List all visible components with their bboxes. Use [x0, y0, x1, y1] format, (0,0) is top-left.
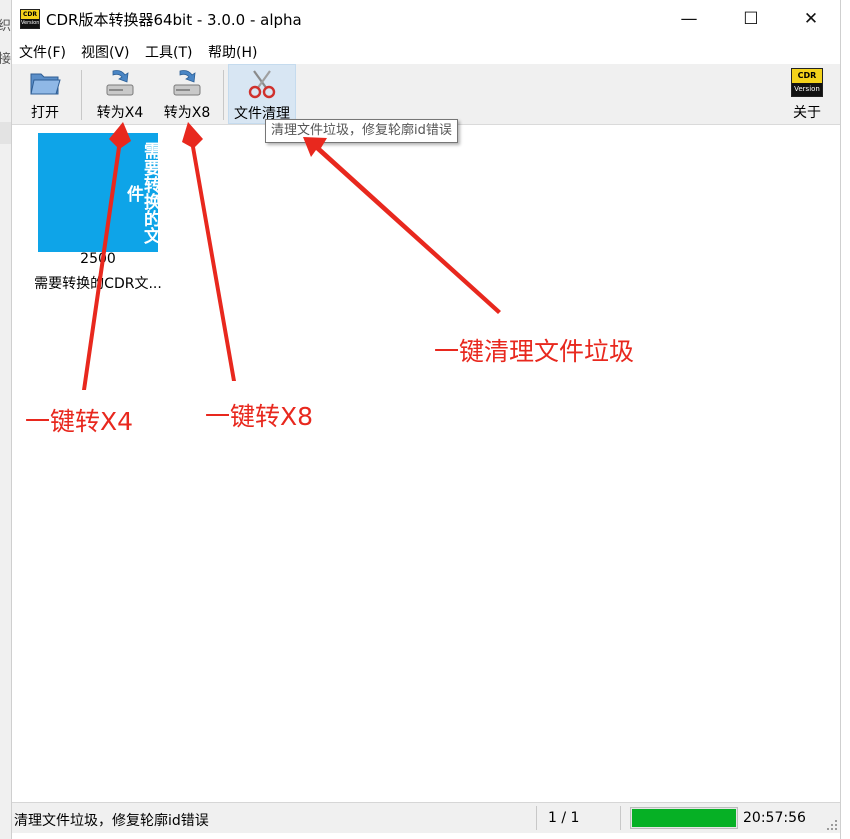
toolbar-separator [223, 70, 224, 120]
file-clean-button[interactable]: 文件清理 [228, 64, 296, 124]
app-logo-icon: CDR Version [20, 9, 40, 29]
menu-file[interactable]: 文件(F) [19, 42, 66, 62]
file-name[interactable]: 需要转换的CDR文... [18, 273, 178, 293]
menu-tools[interactable]: 工具(T) [145, 42, 192, 62]
about-logo-bottom-text: Version [792, 83, 822, 96]
convert-x8-label: 转为X8 [163, 105, 211, 121]
annotation-clean: 一键清理文件垃圾 [434, 337, 635, 366]
status-bar: 清理文件垃圾，修复轮廓id错误 1 / 1 20:57:56 [12, 802, 840, 833]
about-logo-top-text: CDR [797, 71, 817, 80]
status-message: 清理文件垃圾，修复轮廓id错误 [14, 813, 209, 829]
resize-grip-icon[interactable] [827, 820, 837, 830]
background-glyph: 织 [0, 19, 12, 34]
menu-view[interactable]: 视图(V) [81, 42, 130, 62]
toolbar: 打开 转为X4 转为X8 文件清理 CDR Version 关于 [12, 64, 840, 125]
cdr-version-logo-icon: CDR Version [791, 68, 823, 97]
title-bar[interactable]: CDR Version CDR版本转换器64bit - 3.0.0 - alph… [12, 0, 840, 38]
progress-bar [630, 807, 738, 829]
status-clock: 20:57:56 [743, 810, 806, 826]
page-indicator: 1 / 1 [548, 810, 580, 826]
thumbnail-text: 需要转换的文件 [123, 142, 158, 244]
window-title: CDR版本转换器64bit - 3.0.0 - alpha [46, 11, 302, 29]
progress-fill [632, 809, 736, 827]
drive-download-icon [173, 70, 201, 96]
status-separator [620, 806, 621, 830]
menu-bar: 文件(F) 视图(V) 工具(T) 帮助(H) [12, 38, 840, 65]
about-button[interactable]: CDR Version 关于 [784, 64, 830, 124]
clean-tooltip: 清理文件垃圾，修复轮廓id错误 [265, 119, 458, 143]
folder-open-icon [30, 73, 61, 95]
app-logo-top-text: CDR [22, 11, 37, 18]
convert-x4-button[interactable]: 转为X4 [89, 64, 151, 124]
annotation-x8: 一键转X8 [205, 402, 314, 431]
convert-x8-button[interactable]: 转为X8 [156, 64, 218, 124]
status-separator [536, 806, 537, 830]
convert-x4-label: 转为X4 [96, 105, 144, 121]
scissors-icon [248, 70, 276, 99]
file-size: 2500 [80, 251, 116, 267]
app-logo-bottom-text: Version [21, 19, 40, 28]
annotation-x4: 一键转X4 [25, 407, 134, 436]
minimize-button[interactable]: — [666, 0, 712, 38]
open-label: 打开 [31, 105, 59, 121]
about-label: 关于 [793, 105, 821, 121]
drive-download-icon [106, 70, 134, 96]
menu-help[interactable]: 帮助(H) [208, 42, 257, 62]
file-thumbnail[interactable]: 需要转换的文件 [38, 133, 158, 252]
open-button[interactable]: 打开 [17, 64, 73, 124]
toolbar-separator [81, 70, 82, 120]
file-list-area[interactable]: 需要转换的文件 2500 需要转换的CDR文... [12, 125, 840, 802]
close-button[interactable]: ✕ [788, 0, 834, 38]
background-glyph: 接 [0, 52, 12, 67]
maximize-button[interactable]: ☐ [728, 0, 774, 38]
